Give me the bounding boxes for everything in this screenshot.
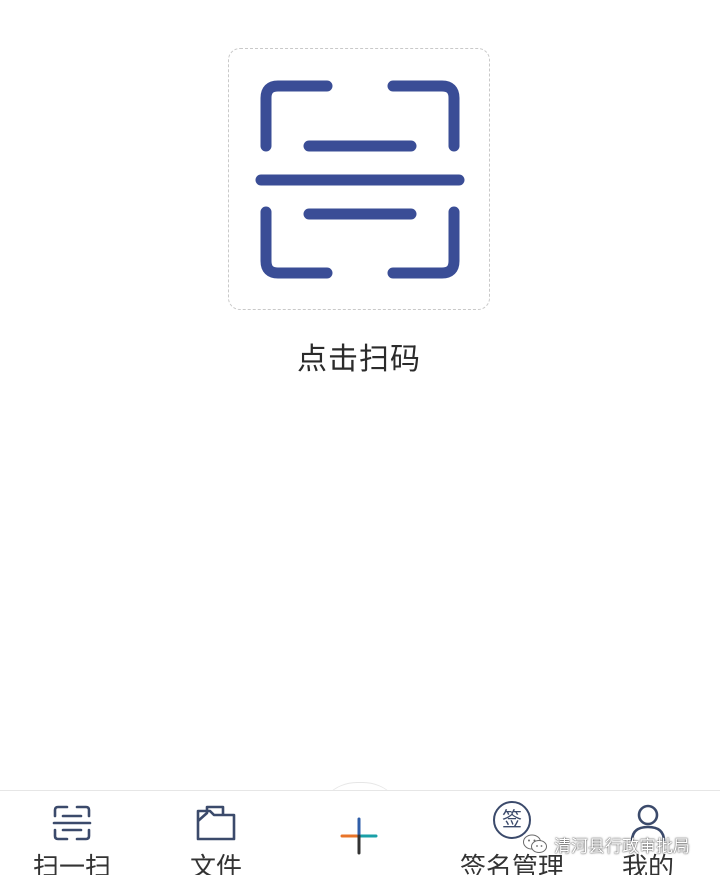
scan-screen: 点击扫码 扫一扫 文件 签 签名管理 我的 清河县行政审批局 [0,0,720,875]
tab-scan-label: 扫一扫 [32,853,111,875]
scan-frame-icon [255,80,465,279]
scan-label[interactable]: 点击扫码 [228,334,490,378]
wechat-icon [523,834,547,853]
add-icon [340,817,378,855]
folder-icon [196,805,236,841]
tab-add[interactable] [320,791,400,875]
tab-files-label: 文件 [189,853,242,875]
scan-icon [52,805,92,841]
tab-files[interactable]: 文件 [166,791,266,875]
signature-badge-text: 签 [502,807,522,831]
watermark-text: 清河县行政审批局 [554,836,690,857]
tab-scan[interactable]: 扫一扫 [22,791,122,875]
watermark: 清河县行政审批局 [522,831,690,857]
scan-button[interactable] [228,48,490,310]
